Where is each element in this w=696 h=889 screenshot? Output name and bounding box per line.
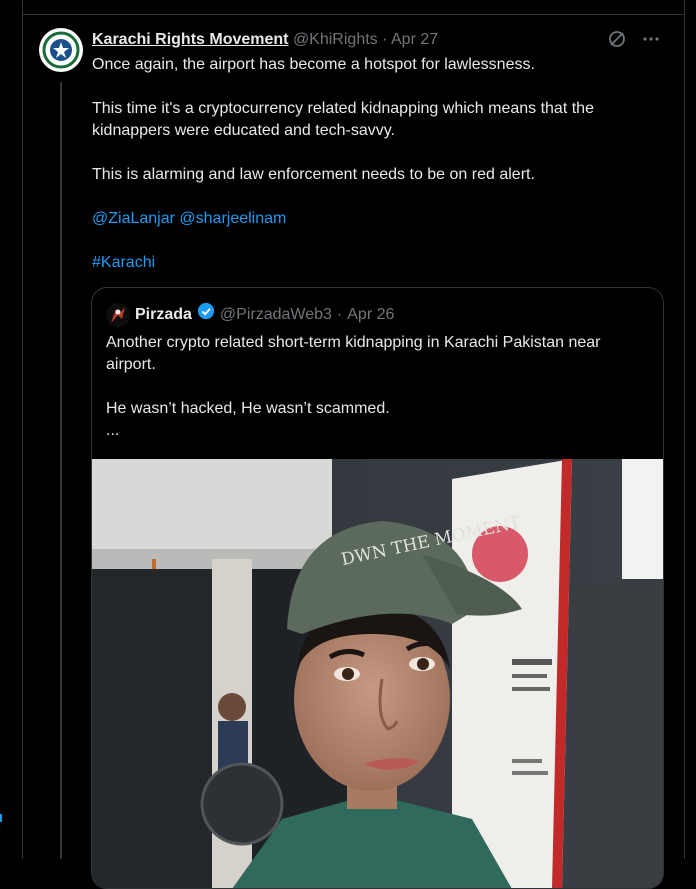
pirzada-avatar-icon — [106, 303, 130, 327]
quoted-separator: · — [336, 306, 343, 323]
more-icon[interactable] — [642, 30, 660, 53]
karachi-rights-logo-icon — [40, 29, 82, 71]
quoted-date[interactable]: Apr 26 — [347, 303, 394, 327]
hashtag-link[interactable]: #Karachi — [92, 254, 155, 271]
quoted-line: He wasn’t hacked, He wasn’t scammed. — [106, 400, 390, 417]
tweet-header: Karachi Rights Movement @KhiRights · Apr… — [92, 30, 438, 50]
tweet-actions — [608, 30, 660, 53]
quoted-text: Another crypto related short-term kidnap… — [106, 332, 651, 442]
video-thumbnail-image: DWN THE MOMENT — [92, 459, 663, 888]
mention-link[interactable]: @ZiaLanjar — [92, 210, 175, 227]
grok-icon[interactable] — [608, 30, 626, 53]
top-divider — [23, 14, 684, 15]
author-name[interactable]: Karachi Rights Movement — [92, 31, 288, 48]
quoted-author-name[interactable]: Pirzada — [135, 303, 192, 327]
quoted-avatar[interactable] — [106, 303, 130, 327]
thread-line — [60, 82, 62, 859]
tweet-line: This time it's a cryptocurrency related … — [92, 100, 594, 139]
tweet-line: Once again, the airport has become a hot… — [92, 56, 535, 73]
verified-badge-icon — [197, 302, 215, 328]
quoted-line: ... — [106, 422, 120, 439]
tweet-date[interactable]: Apr 27 — [391, 31, 438, 48]
quoted-handle[interactable]: @PirzadaWeb3 — [220, 303, 332, 327]
header-separator: · — [382, 31, 388, 48]
quoted-line: Another crypto related short-term kidnap… — [106, 334, 601, 373]
quoted-tweet[interactable]: Pirzada @PirzadaWeb3 · Apr 26 Another cr… — [91, 287, 664, 889]
author-handle[interactable]: @KhiRights — [293, 31, 378, 48]
tweet-column: Karachi Rights Movement @KhiRights · Apr… — [22, 0, 685, 889]
left-edge-marker — [0, 814, 2, 822]
tweet-text: Once again, the airport has become a hot… — [92, 54, 662, 274]
quoted-header: Pirzada @PirzadaWeb3 · Apr 26 — [106, 302, 394, 328]
author-avatar[interactable] — [39, 28, 83, 72]
mention-link[interactable]: @sharjeelinam — [179, 210, 286, 227]
tweet-line: This is alarming and law enforcement nee… — [92, 166, 535, 183]
quoted-media[interactable]: DWN THE MOMENT — [92, 459, 663, 888]
